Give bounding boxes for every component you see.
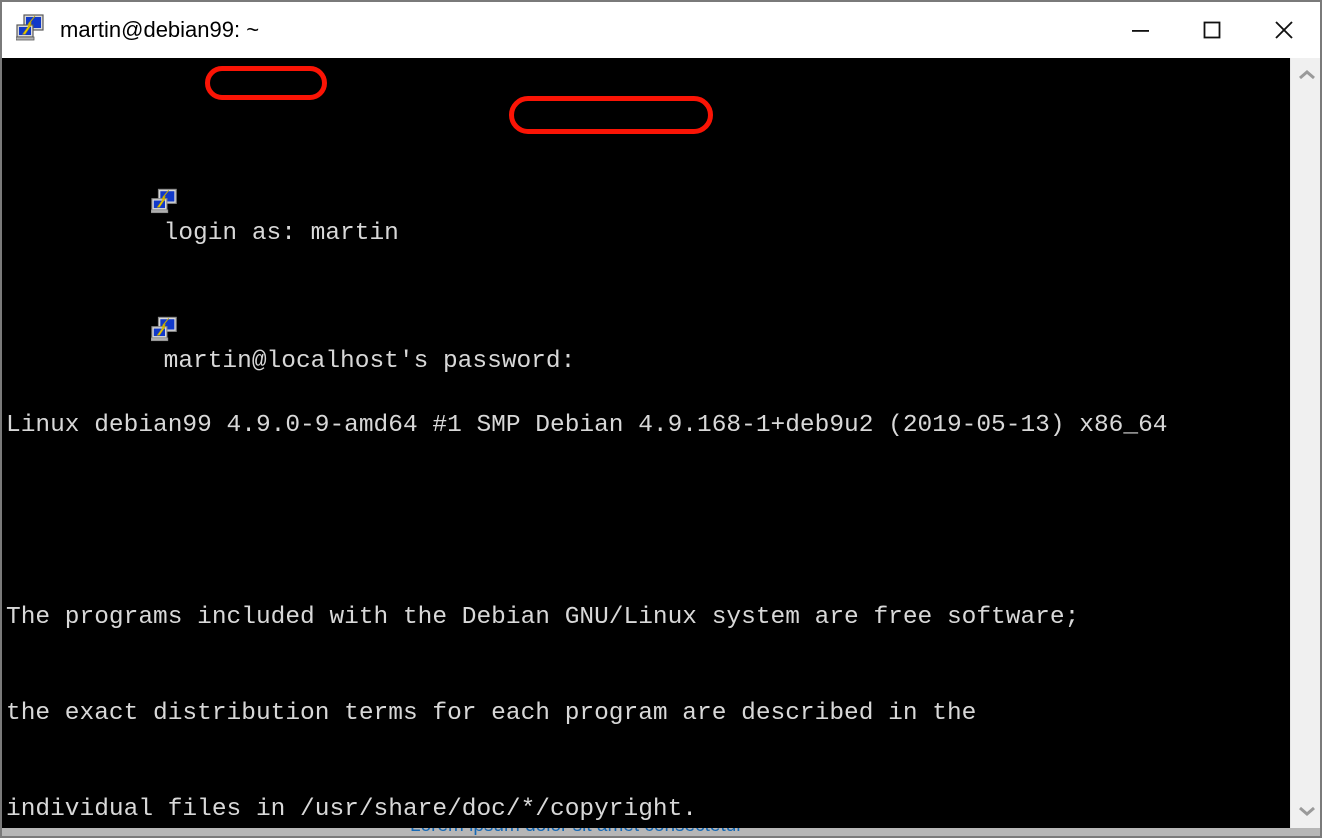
minimize-icon	[1132, 30, 1149, 32]
terminal-line-text: Linux debian99 4.9.0-9-amd64 #1 SMP Debi…	[6, 412, 1168, 439]
terminal-line: login as: martin	[2, 154, 1168, 247]
terminal-line: Linux debian99 4.9.0-9-amd64 #1 SMP Debi…	[2, 410, 1168, 442]
putty-session-icon	[15, 13, 46, 47]
chevron-down-icon	[1299, 806, 1315, 816]
terminal-line: martin@localhost's password:	[2, 282, 1168, 375]
maximize-icon	[1203, 21, 1221, 39]
putty-session-icon	[4, 156, 179, 258]
close-button[interactable]	[1248, 2, 1320, 58]
scroll-down-button[interactable]	[1291, 796, 1320, 826]
vertical-scrollbar[interactable]	[1290, 58, 1320, 828]
minimize-button[interactable]	[1104, 2, 1176, 58]
terminal-line: individual files in /usr/share/doc/*/cop…	[2, 794, 1168, 826]
terminal-line: The programs included with the Debian GN…	[2, 602, 1168, 634]
terminal-line: the exact distribution terms for each pr…	[2, 698, 1168, 730]
terminal-line-text: individual files in /usr/share/doc/*/cop…	[6, 796, 698, 823]
titlebar-left: martin@debian99: ~	[2, 13, 1104, 47]
close-icon	[1275, 21, 1293, 39]
scroll-up-button[interactable]	[1291, 60, 1320, 90]
putty-terminal-window: martin@debian99: ~ login as: martin mart…	[0, 0, 1322, 838]
titlebar[interactable]: martin@debian99: ~	[2, 2, 1320, 58]
terminal-output: login as: martin martin@localhost's pass…	[2, 58, 1168, 828]
maximize-button[interactable]	[1176, 2, 1248, 58]
window-title: martin@debian99: ~	[60, 17, 260, 42]
terminal-screen[interactable]: login as: martin martin@localhost's pass…	[2, 58, 1290, 828]
scrollbar-thumb[interactable]	[1291, 90, 1320, 780]
chevron-up-icon	[1299, 70, 1315, 80]
caption-button-group	[1104, 2, 1320, 58]
terminal-line-text: The programs included with the Debian GN…	[6, 604, 1080, 631]
terminal-line-text: the exact distribution terms for each pr…	[6, 700, 977, 727]
terminal-line-text: login as: martin	[163, 220, 399, 247]
putty-session-icon	[4, 284, 179, 386]
terminal-line-text: martin@localhost's password:	[163, 348, 590, 375]
clipped-background-strip: Lorem ipsum dolor sit amet consectetur	[2, 828, 1320, 836]
clipped-background-text: Lorem ipsum dolor sit amet consectetur	[410, 828, 743, 836]
